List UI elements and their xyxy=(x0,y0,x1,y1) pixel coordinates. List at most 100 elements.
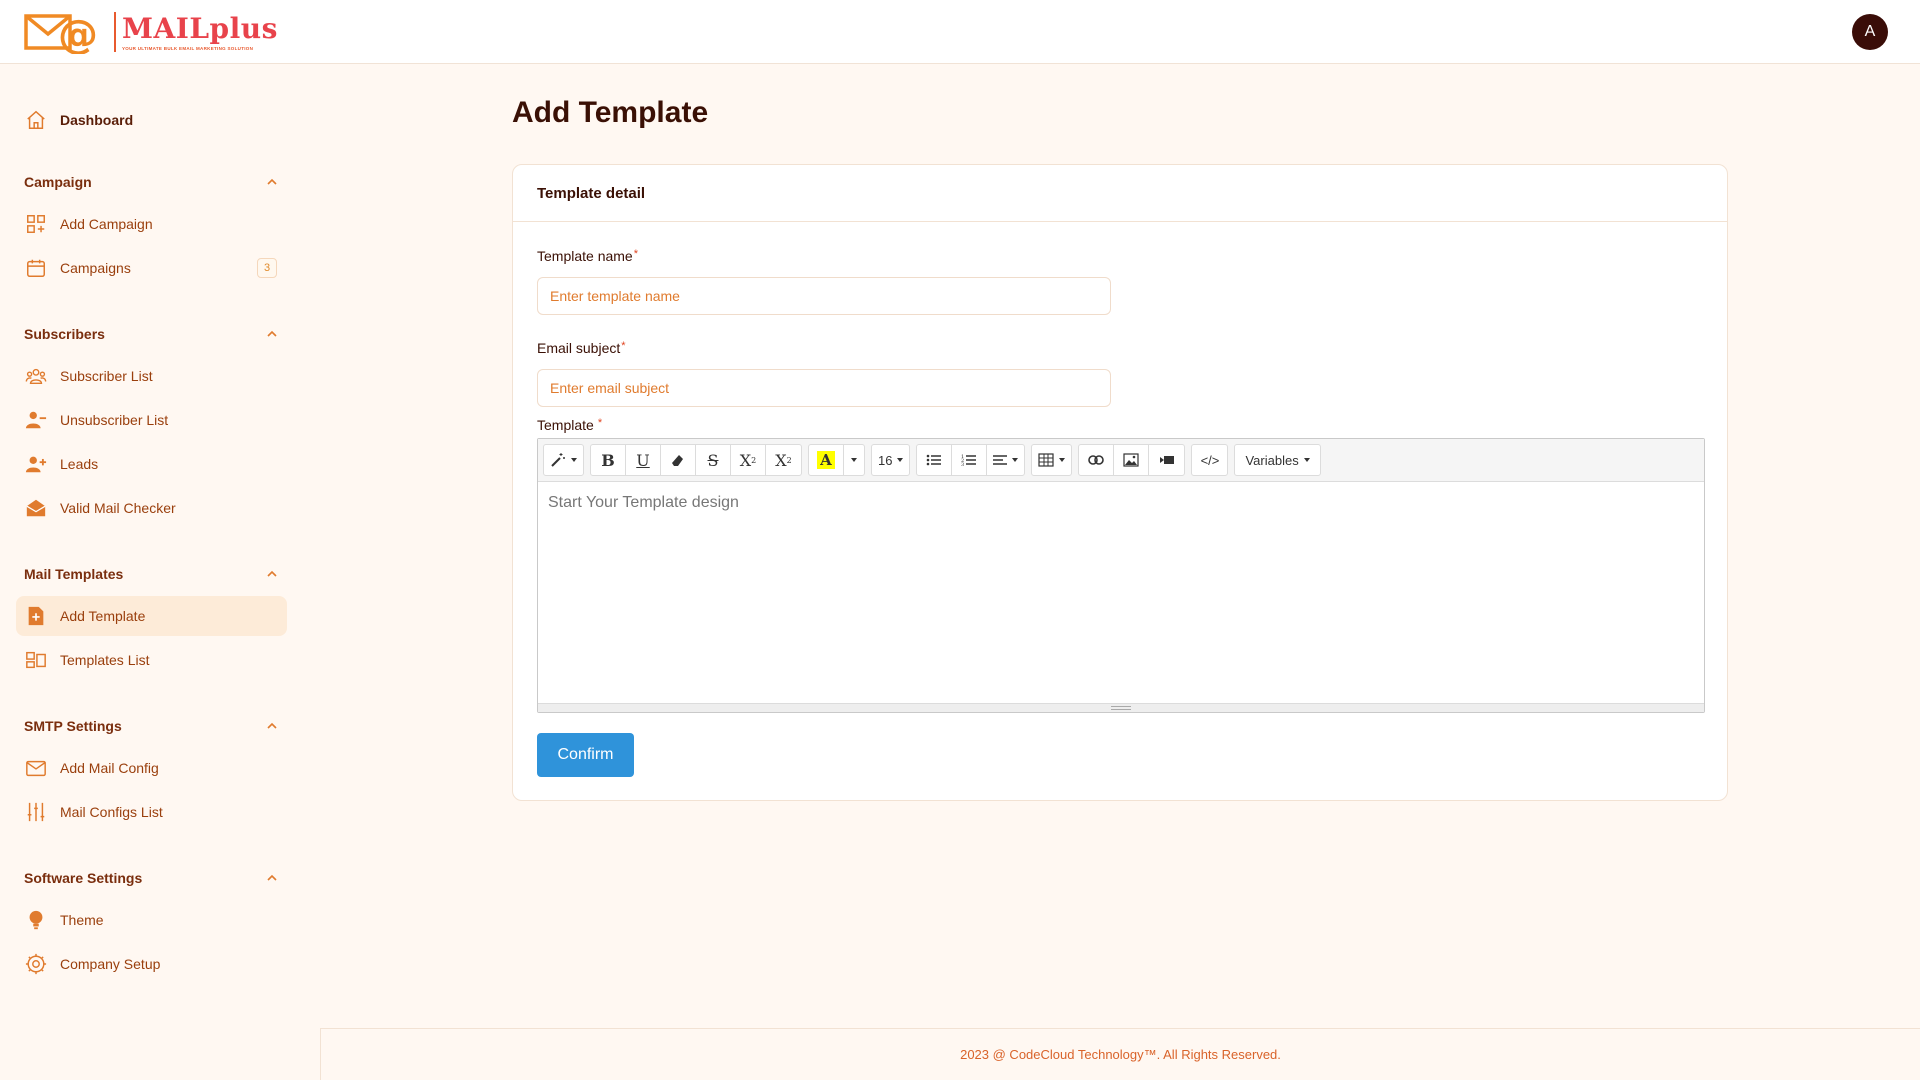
font-size-dropdown[interactable]: 16 xyxy=(872,445,909,475)
sidebar-item-label: Unsubscriber List xyxy=(60,412,169,428)
file-plus-icon xyxy=(24,604,48,628)
section-smtp-settings[interactable]: SMTP Settings xyxy=(24,714,279,738)
page-title: Add Template xyxy=(512,96,709,129)
sidebar-item-label: Add Campaign xyxy=(60,216,153,232)
text-color-button[interactable]: A xyxy=(809,445,844,475)
user-plus-icon xyxy=(24,452,48,476)
open-envelope-icon xyxy=(24,496,48,520)
bold-button[interactable]: B xyxy=(591,445,626,475)
sidebar-item-label: Add Mail Config xyxy=(60,760,159,776)
sidebar-item-add-mail-config[interactable]: Add Mail Config xyxy=(16,748,287,788)
footer: 2023 @ CodeCloud Technology™. All Rights… xyxy=(320,1028,1920,1080)
code-icon: </> xyxy=(1200,452,1220,468)
sidebar: Dashboard Campaign Add Campaign Campaign… xyxy=(0,64,300,1080)
sidebar-item-add-campaign[interactable]: Add Campaign xyxy=(16,204,287,244)
section-title: Mail Templates xyxy=(24,566,124,582)
sidebar-item-leads[interactable]: Leads xyxy=(16,444,287,484)
chevron-up-icon xyxy=(267,570,277,577)
envelope-at-logo-icon: @ xyxy=(24,10,108,58)
ordered-list-button[interactable]: 123 xyxy=(952,445,988,475)
chevron-up-icon xyxy=(267,722,277,729)
lightbulb-icon xyxy=(24,908,48,932)
confirm-button[interactable]: Confirm xyxy=(537,733,634,777)
template-name-label: Template name* xyxy=(537,248,638,264)
grid-add-icon xyxy=(24,212,48,236)
sidebar-item-company-setup[interactable]: Company Setup xyxy=(16,944,287,984)
sidebar-item-subscriber-list[interactable]: Subscriber List xyxy=(16,356,287,396)
template-name-input[interactable] xyxy=(537,277,1111,315)
copyright-text: 2023 @ CodeCloud Technology™. All Rights… xyxy=(960,1047,1281,1062)
svg-text:@: @ xyxy=(58,12,98,54)
link-icon xyxy=(1088,455,1105,465)
grip-icon xyxy=(1111,706,1131,710)
unordered-list-button[interactable] xyxy=(917,445,953,475)
superscript-button[interactable]: X2 xyxy=(731,445,766,475)
paragraph-align-dropdown[interactable] xyxy=(987,445,1024,475)
table-icon xyxy=(1038,453,1055,467)
section-subscribers[interactable]: Subscribers xyxy=(24,322,279,346)
insert-image-button[interactable] xyxy=(1114,445,1150,475)
user-minus-icon xyxy=(24,408,48,432)
strikethrough-button[interactable]: S xyxy=(696,445,731,475)
section-title: SMTP Settings xyxy=(24,718,122,734)
section-campaign[interactable]: Campaign xyxy=(24,170,279,194)
envelope-icon xyxy=(24,756,48,780)
home-icon xyxy=(24,108,48,132)
email-subject-label: Email subject* xyxy=(537,340,626,356)
logo-tagline: Your Ultimate Bulk Email Marketing Solut… xyxy=(122,45,254,51)
template-label: Template * xyxy=(537,417,603,433)
magic-style-button[interactable] xyxy=(544,445,583,475)
code-view-button[interactable]: </> xyxy=(1192,445,1227,475)
editor-resize-handle[interactable] xyxy=(538,703,1704,712)
image-icon xyxy=(1123,453,1140,467)
bullet-list-icon xyxy=(927,454,942,466)
app-logo[interactable]: @ MAILplus Your Ultimate Bulk Email Mark… xyxy=(24,10,278,58)
sidebar-item-label: Mail Configs List xyxy=(60,804,163,820)
insert-video-button[interactable] xyxy=(1149,445,1184,475)
sidebar-item-label: Theme xyxy=(60,912,104,928)
section-software-settings[interactable]: Software Settings xyxy=(24,866,279,890)
sidebar-item-label: Company Setup xyxy=(60,956,161,972)
gear-icon xyxy=(24,952,48,976)
editor-toolbar: B U S X2 X2 A 16 123 </> Variables xyxy=(538,439,1704,482)
align-left-icon xyxy=(993,455,1008,465)
user-avatar[interactable]: A xyxy=(1852,14,1888,50)
sidebar-item-dashboard[interactable]: Dashboard xyxy=(16,100,287,140)
underline-button[interactable]: U xyxy=(626,445,661,475)
rich-text-editor: B U S X2 X2 A 16 123 </> Variables Start… xyxy=(537,438,1705,713)
section-mail-templates[interactable]: Mail Templates xyxy=(24,562,279,586)
users-group-icon xyxy=(24,364,48,388)
magic-wand-icon xyxy=(551,453,565,467)
sidebar-item-unsubscriber-list[interactable]: Unsubscriber List xyxy=(16,400,287,440)
video-icon xyxy=(1159,456,1174,464)
calendar-icon xyxy=(24,256,48,280)
sidebar-item-label: Add Template xyxy=(60,608,146,624)
section-title: Campaign xyxy=(24,174,92,190)
section-title: Subscribers xyxy=(24,326,105,342)
svg-text:3: 3 xyxy=(961,462,964,467)
subscript-button[interactable]: X2 xyxy=(766,445,801,475)
sidebar-item-valid-mail-checker[interactable]: Valid Mail Checker xyxy=(16,488,287,528)
variables-dropdown[interactable]: Variables xyxy=(1235,445,1319,475)
template-editor-area[interactable]: Start Your Template design xyxy=(538,482,1704,702)
numbered-list-icon: 123 xyxy=(961,454,977,467)
template-detail-card: Template detail Template name* Email sub… xyxy=(512,164,1728,801)
table-dropdown[interactable] xyxy=(1032,445,1071,475)
sidebar-item-add-template[interactable]: Add Template xyxy=(16,596,287,636)
sidebar-item-label: Valid Mail Checker xyxy=(60,500,176,516)
app-header: @ MAILplus Your Ultimate Bulk Email Mark… xyxy=(0,0,1920,64)
sidebar-item-theme[interactable]: Theme xyxy=(16,900,287,940)
insert-link-button[interactable] xyxy=(1079,445,1115,475)
card-title: Template detail xyxy=(513,165,1727,222)
sidebar-item-campaigns[interactable]: Campaigns 3 xyxy=(16,248,287,288)
logo-title: MAILplus xyxy=(122,11,278,45)
eraser-icon xyxy=(672,455,683,466)
email-subject-input[interactable] xyxy=(537,369,1111,407)
campaign-count-badge: 3 xyxy=(257,258,277,278)
sidebar-item-templates-list[interactable]: Templates List xyxy=(16,640,287,680)
sidebar-item-label: Campaigns xyxy=(60,260,131,276)
clear-format-button[interactable] xyxy=(661,445,696,475)
color-dropdown-button[interactable] xyxy=(844,445,864,475)
sidebar-item-mail-configs-list[interactable]: Mail Configs List xyxy=(16,792,287,832)
highlight-a-icon: A xyxy=(817,451,835,469)
